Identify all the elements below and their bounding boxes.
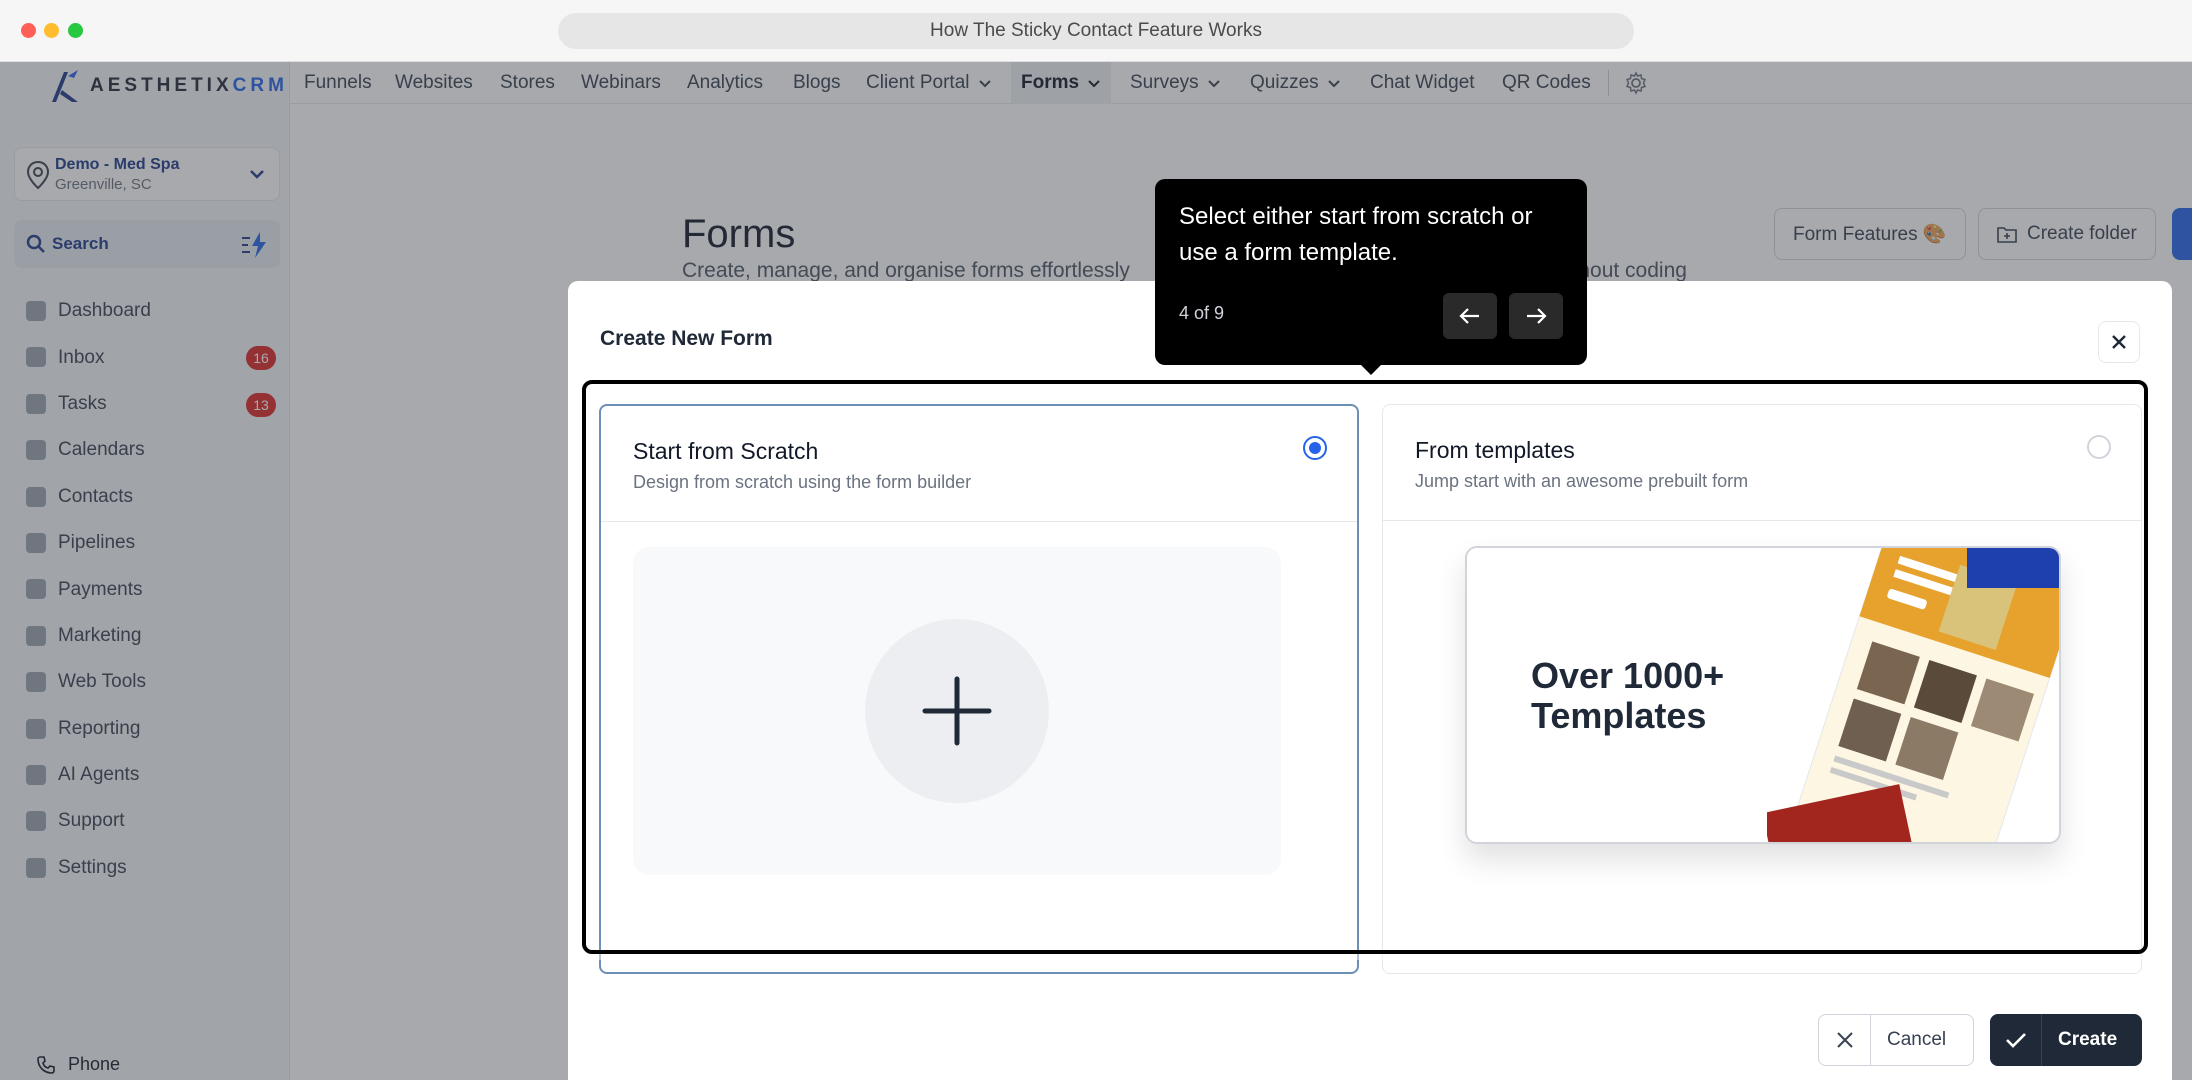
address-bar[interactable]: How The Sticky Contact Feature Works [558, 13, 1634, 49]
window-close-button[interactable] [21, 23, 36, 38]
create-label: Create [2058, 1029, 2118, 1050]
tooltip-step-count: 4 of 9 [1179, 303, 1225, 323]
create-button[interactable]: Create [1990, 1014, 2142, 1066]
window-maximize-button[interactable] [68, 23, 83, 38]
modal-title: Create New Form [600, 327, 773, 350]
window-minimize-button[interactable] [44, 23, 59, 38]
close-icon [1819, 1015, 1871, 1065]
arrow-right-icon [1527, 308, 1547, 324]
check-icon [1990, 1014, 2042, 1066]
cancel-label: Cancel [1887, 1029, 1947, 1050]
tooltip-text: Select either start from scratch or use … [1179, 203, 1533, 266]
cancel-button[interactable]: Cancel [1818, 1014, 1974, 1066]
tooltip-prev-button[interactable] [1443, 293, 1497, 339]
browser-title: How The Sticky Contact Feature Works [930, 20, 1262, 41]
browser-chrome: How The Sticky Contact Feature Works [0, 0, 2192, 62]
tooltip-next-button[interactable] [1509, 293, 1563, 339]
arrow-left-icon [1459, 308, 1479, 324]
tour-tooltip: Select either start from scratch or use … [1155, 179, 1587, 375]
close-icon [2112, 335, 2126, 349]
modal-close-button[interactable] [2098, 321, 2140, 363]
tour-highlight-frame [582, 380, 2148, 954]
create-form-modal: Create New Form Start from Scratch Desig… [568, 281, 2172, 1080]
